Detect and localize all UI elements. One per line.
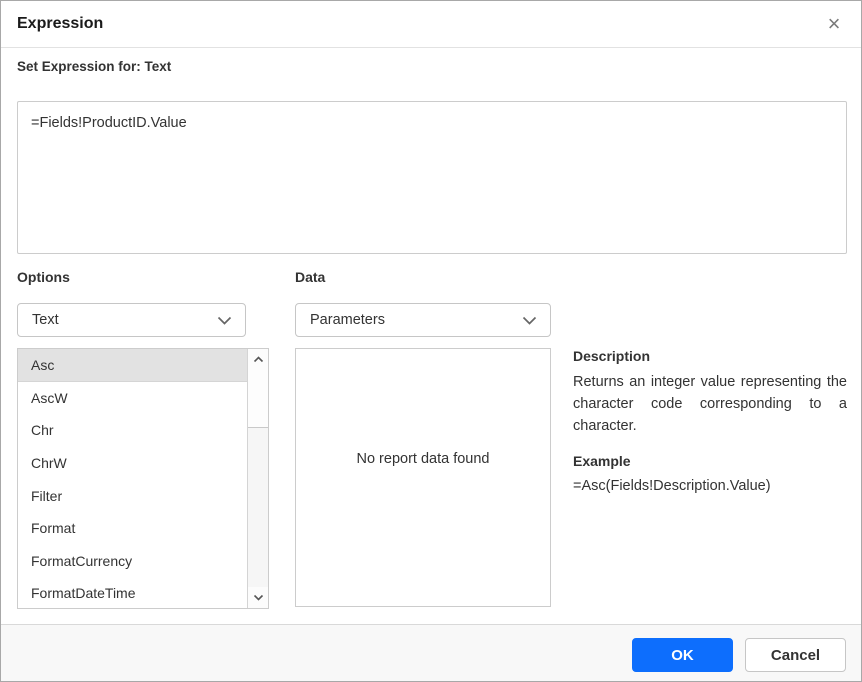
options-label: Options bbox=[17, 269, 70, 285]
chevron-down-icon bbox=[217, 316, 232, 325]
close-icon[interactable]: × bbox=[821, 11, 847, 37]
options-dropdown-value: Text bbox=[32, 312, 59, 328]
expression-dialog: Expression × Set Expression for: Text =F… bbox=[0, 0, 862, 682]
cancel-button[interactable]: Cancel bbox=[745, 638, 846, 672]
example-heading: Example bbox=[573, 453, 631, 469]
function-list-items: Asc AscW Chr ChrW Filter Format FormatCurrency… bbox=[18, 349, 247, 608]
dialog-footer: OK Cancel bbox=[1, 624, 861, 681]
description-panel: Description Returns an integer value rep… bbox=[573, 348, 847, 494]
dialog-header: Expression × bbox=[1, 1, 861, 48]
data-panel: No report data found bbox=[295, 348, 551, 607]
function-list-item[interactable]: Asc bbox=[18, 349, 247, 382]
function-list-item[interactable]: FormatCurrency bbox=[18, 545, 247, 578]
chevron-up-icon bbox=[253, 356, 263, 363]
function-list-item[interactable]: Filter bbox=[18, 479, 247, 512]
function-list-item[interactable]: FormatDateTime bbox=[18, 577, 247, 608]
chevron-down-icon bbox=[253, 594, 263, 601]
scrollbar-thumb[interactable] bbox=[248, 370, 268, 428]
data-dropdown-value: Parameters bbox=[310, 312, 385, 328]
function-list: Asc AscW Chr ChrW Filter Format FormatCurrency… bbox=[17, 348, 269, 609]
description-text: Returns an integer value representing th… bbox=[573, 374, 847, 434]
function-list-item[interactable]: Format bbox=[18, 512, 247, 545]
example-value: =Asc(Fields!Description.Value) bbox=[573, 478, 771, 494]
dialog-title: Expression bbox=[17, 15, 104, 32]
function-list-item[interactable]: Chr bbox=[18, 414, 247, 447]
chevron-down-icon bbox=[522, 316, 537, 325]
scroll-down-button[interactable] bbox=[248, 587, 268, 608]
ok-button[interactable]: OK bbox=[632, 638, 733, 672]
function-list-scrollbar[interactable] bbox=[247, 349, 268, 608]
description-heading: Description bbox=[573, 348, 651, 364]
data-dropdown[interactable]: Parameters bbox=[295, 303, 551, 337]
function-list-item[interactable]: ChrW bbox=[18, 447, 247, 480]
data-label: Data bbox=[295, 269, 326, 285]
expression-input[interactable]: =Fields!ProductID.Value bbox=[17, 101, 847, 254]
no-data-message: No report data found bbox=[356, 450, 490, 467]
function-list-item[interactable]: AscW bbox=[18, 382, 247, 415]
set-expression-label: Set Expression for: Text bbox=[17, 59, 172, 74]
scroll-up-button[interactable] bbox=[248, 349, 268, 371]
options-dropdown[interactable]: Text bbox=[17, 303, 246, 337]
